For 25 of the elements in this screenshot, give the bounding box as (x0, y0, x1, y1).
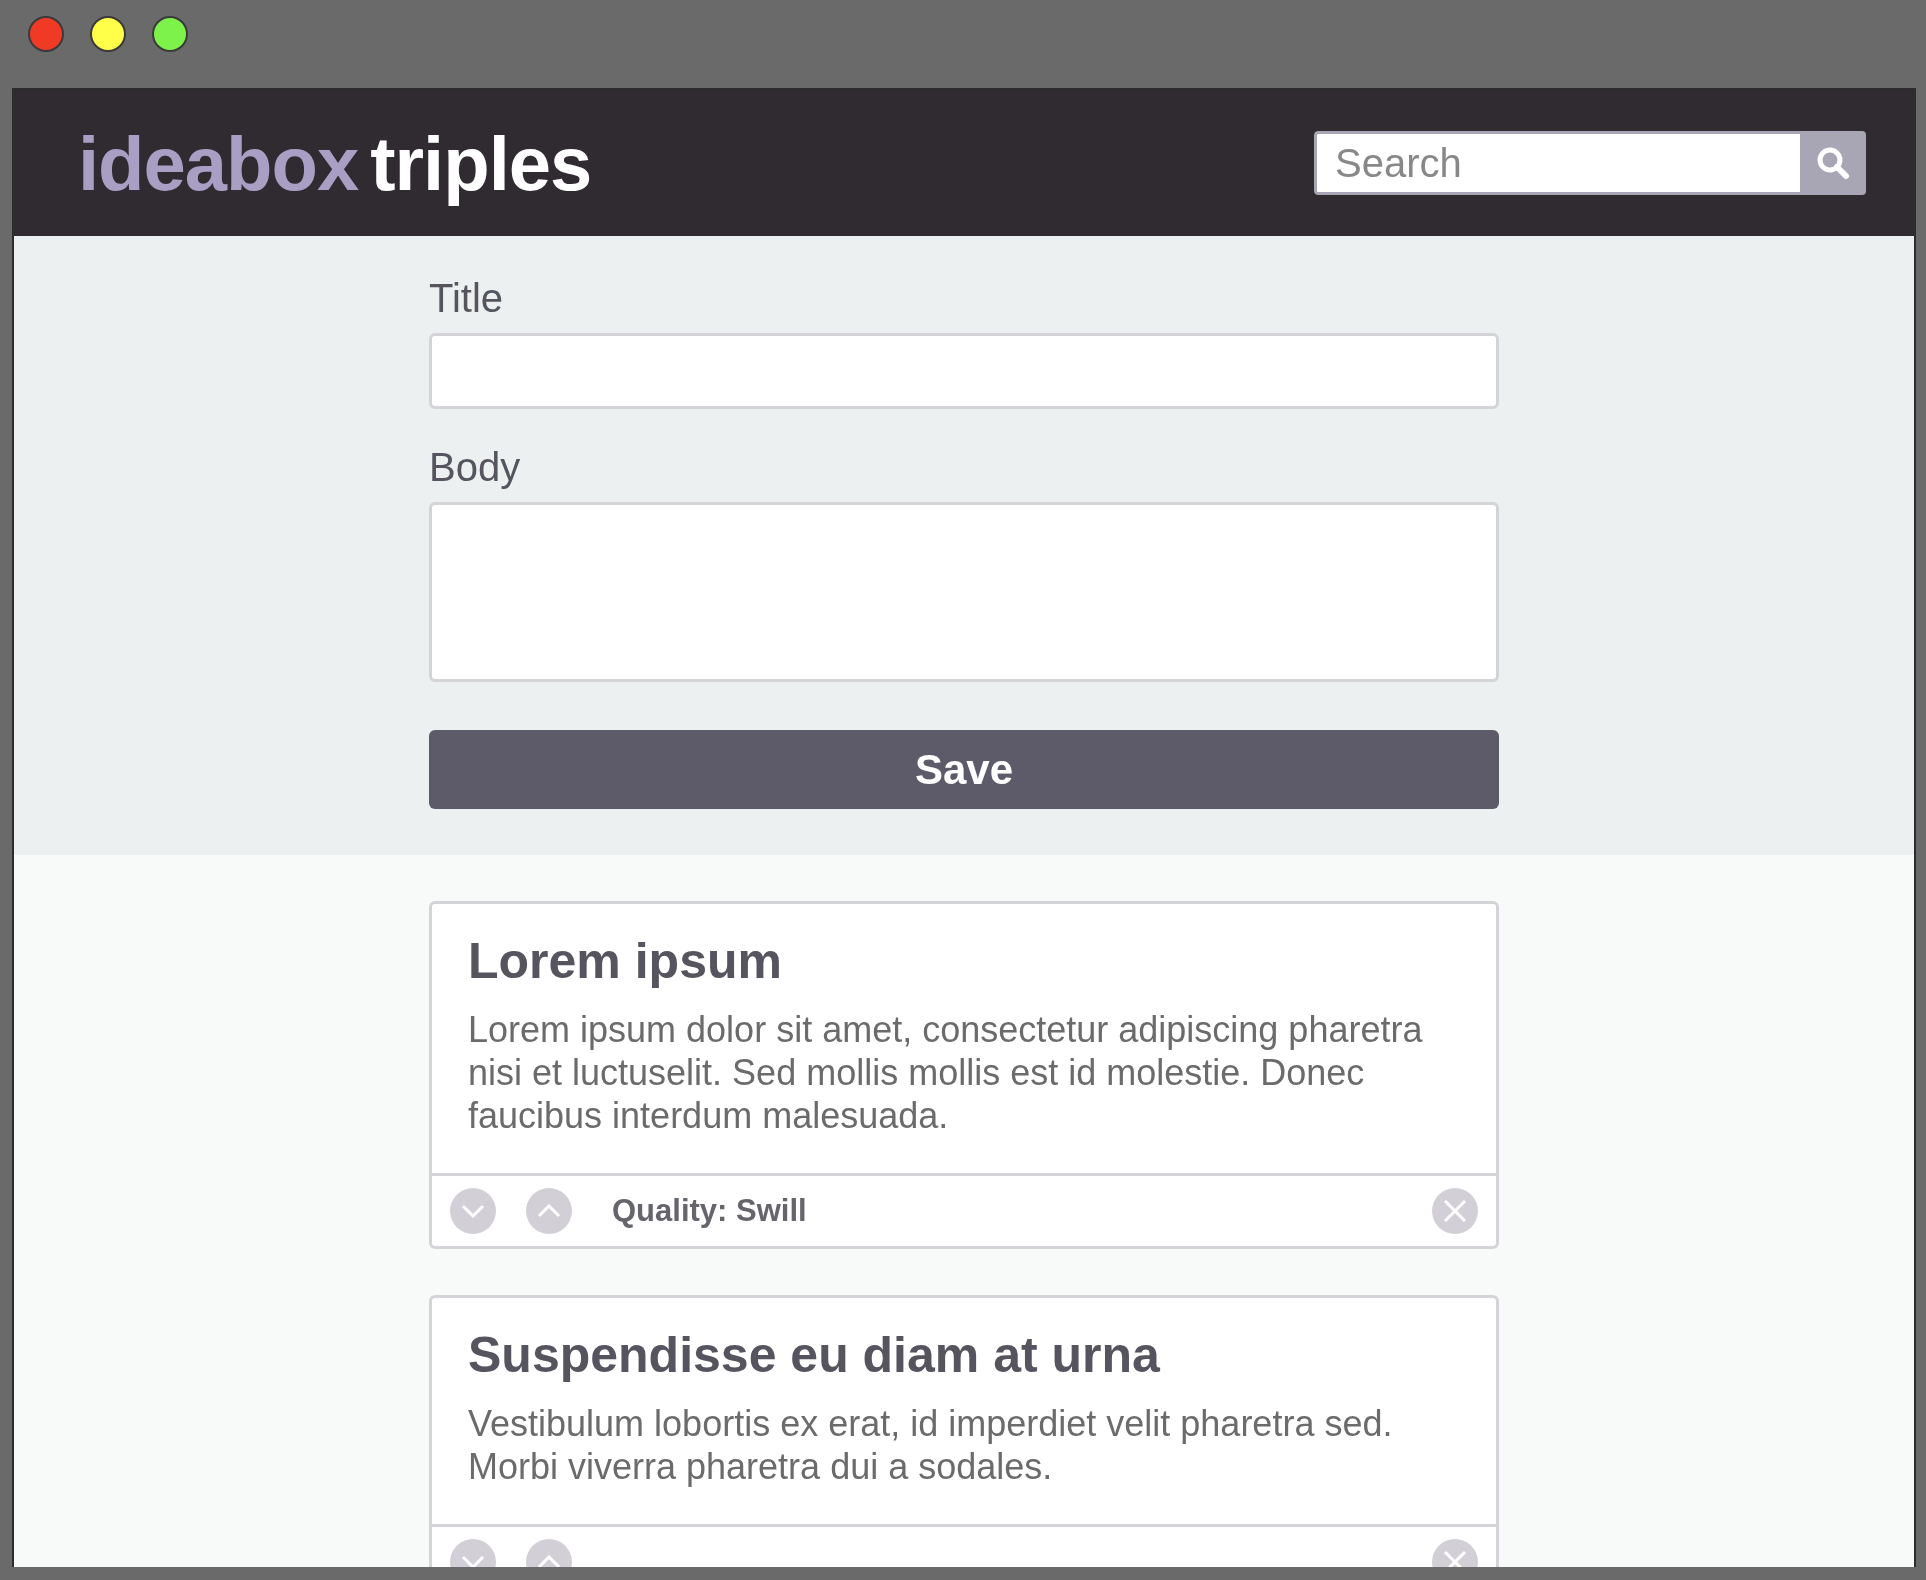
idea-title: Suspendisse eu diam at urna (468, 1326, 1161, 1384)
idea-body: Vestibulum lobortis ex erat, id imperdiet velit pharetra sed. Morbi viverra pharetra dui a sodales. (468, 1402, 1394, 1488)
window-button[interactable] (152, 16, 188, 52)
chevron-up-icon (537, 1555, 561, 1567)
chevron-up-icon (537, 1204, 561, 1218)
chevron-down-icon (461, 1204, 485, 1218)
title-field[interactable] (429, 333, 1499, 409)
logo-text: ideabox (78, 119, 359, 207)
window-button[interactable] (90, 16, 126, 52)
search-icon (1816, 146, 1850, 180)
body-field[interactable] (429, 502, 1499, 682)
quality-text: Quality: Swill (612, 1193, 808, 1229)
body-label: Body (429, 445, 522, 490)
search-field[interactable]: Search (1314, 131, 1800, 195)
delete-button[interactable] (1432, 1188, 1478, 1234)
search-button[interactable] (1800, 131, 1866, 195)
downvote-button[interactable] (450, 1188, 496, 1234)
title-label: Title (429, 276, 505, 321)
idea-title: Lorem ipsum (468, 932, 783, 990)
close-icon (1442, 1198, 1468, 1224)
chevron-down-icon (461, 1555, 485, 1567)
logo-text: triples (370, 119, 592, 207)
idea-body: Lorem ipsum dolor sit amet, consectetur adipiscing pharetra nisi et luctuselit. Sed mollis mollis est id molestie. Donec faucibus interdum malesuada. (468, 1008, 1424, 1137)
upvote-button[interactable] (526, 1188, 572, 1234)
save-button[interactable]: Save (429, 730, 1499, 809)
